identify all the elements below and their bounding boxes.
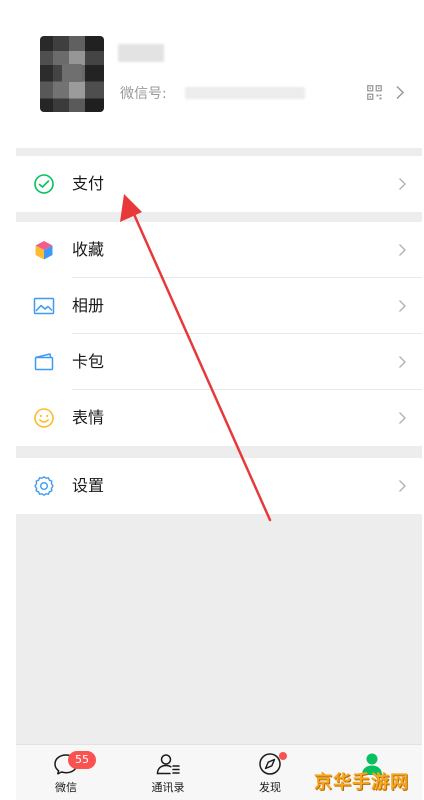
- menu-item-label: 相册: [72, 296, 105, 315]
- wechat-id-row: 微信号:: [120, 84, 305, 102]
- tab-discover[interactable]: 发现: [230, 745, 310, 800]
- wechat-id-redacted: [184, 87, 305, 99]
- menu-item-label: 收藏: [72, 240, 105, 259]
- chevron-right-icon: [399, 356, 406, 368]
- menu-item-stickers[interactable]: 表情: [16, 390, 422, 446]
- wechat-me-screen: 微信号: 支付 收藏 相册 卡包 表情 设置 55 微信 通讯录 发现: [16, 0, 422, 800]
- cube-icon: [35, 241, 53, 260]
- contacts-icon: [156, 754, 180, 775]
- tab-contacts[interactable]: 通讯录: [128, 745, 208, 800]
- menu-item-label: 支付: [72, 174, 105, 193]
- qr-code-icon[interactable]: [367, 85, 382, 100]
- menu-item-pay[interactable]: 支付: [16, 156, 422, 212]
- menu-item-album[interactable]: 相册: [16, 278, 422, 334]
- menu-item-label: 设置: [72, 476, 105, 495]
- tab-chats[interactable]: 55 微信: [26, 745, 106, 800]
- avatar[interactable]: [40, 36, 104, 112]
- wechat-id-label: 微信号:: [120, 86, 167, 102]
- chevron-right-icon: [399, 178, 406, 190]
- tab-label: 通讯录: [151, 781, 185, 794]
- watermark-text: 京华手游网: [314, 772, 409, 793]
- chevron-right-icon: [399, 244, 406, 256]
- chevron-right-icon: [399, 412, 406, 424]
- chevron-right-icon: [399, 480, 406, 492]
- nickname-redacted: [118, 44, 164, 62]
- menu-item-label: 卡包: [72, 352, 105, 371]
- new-dot-badge: [279, 752, 287, 760]
- menu-item-label: 表情: [72, 408, 105, 427]
- tab-label: 发现: [259, 781, 281, 794]
- gear-icon: [34, 476, 54, 496]
- tab-label: 微信: [55, 781, 77, 794]
- menu-item-cards[interactable]: 卡包: [16, 334, 422, 390]
- card-wallet-icon: [34, 353, 54, 371]
- menu-item-favorites[interactable]: 收藏: [16, 222, 422, 278]
- chevron-right-icon: [399, 300, 406, 312]
- profile-header[interactable]: 微信号:: [16, 0, 422, 148]
- chevron-right-icon[interactable]: [395, 85, 405, 100]
- unread-badge: 55: [68, 751, 96, 769]
- smiley-icon: [34, 408, 54, 428]
- menu-item-settings[interactable]: 设置: [16, 458, 422, 514]
- image-icon: [33, 297, 55, 315]
- wallet-check-icon: [34, 174, 54, 194]
